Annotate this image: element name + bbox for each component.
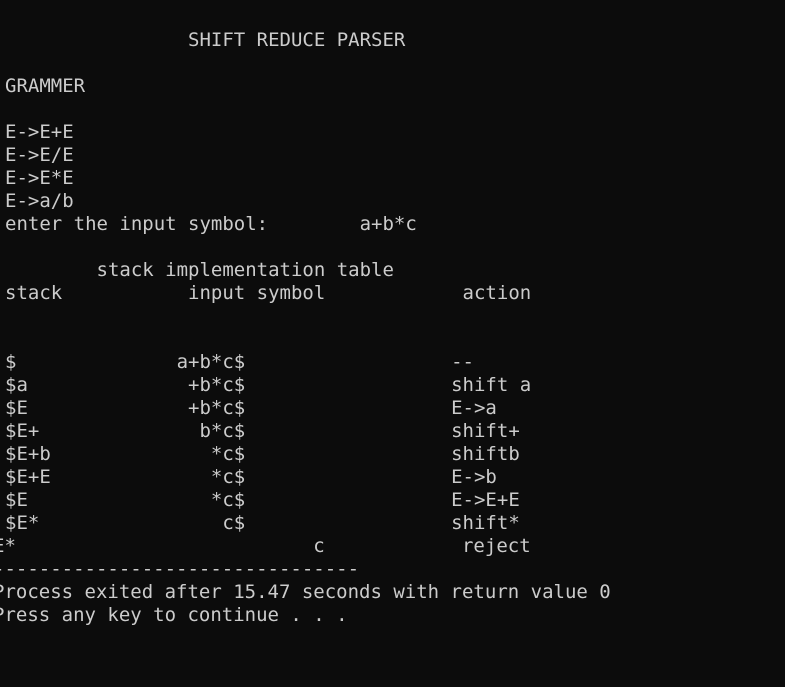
continue-prompt: Press any key to continue . . . [0,604,348,626]
grammar-rule: E->E*E [5,167,74,189]
grammar-rule: E->E+E [5,121,74,143]
separator-line: -------------------------------- [0,558,360,580]
table-title: stack implementation table [5,259,394,281]
table-row-reject: E* c reject [0,535,531,557]
table-row: $E+ b*c$ shift+ [5,420,520,442]
table-row: $E+b *c$ shiftb [5,443,520,465]
parser-title: SHIFT REDUCE PARSER [5,29,406,51]
grammar-heading: GRAMMER [5,75,86,97]
table-row: $E +b*c$ E->a [5,397,497,419]
grammar-rule: E->a/b [5,190,74,212]
table-header: stack input symbol action [5,282,532,304]
table-row: $ a+b*c$ -- [5,351,474,373]
table-row: $E+E *c$ E->b [5,466,497,488]
grammar-rule: E->E/E [5,144,74,166]
table-row: $E* c$ shift* [5,512,520,534]
table-row: $a +b*c$ shift a [5,374,532,396]
process-exit-message: Process exited after 15.47 seconds with … [0,581,611,603]
table-row: $E *c$ E->E+E [5,489,520,511]
console-window[interactable]: SHIFT REDUCE PARSER GRAMMER E->E+E E->E/… [0,0,785,687]
input-prompt: enter the input symbol: a+b*c [5,213,417,235]
